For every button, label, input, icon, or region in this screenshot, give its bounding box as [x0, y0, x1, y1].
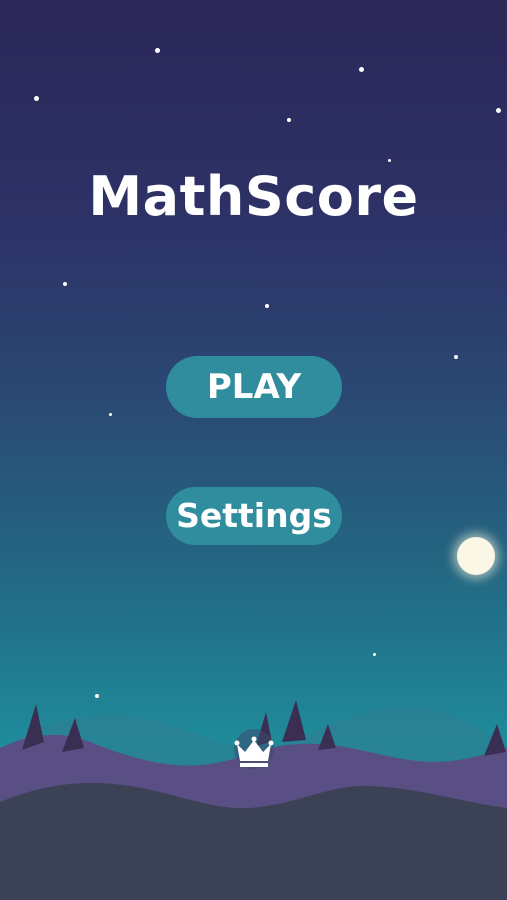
- star: [34, 96, 39, 101]
- star: [265, 304, 269, 308]
- star: [454, 355, 458, 359]
- leaderboard-button[interactable]: [229, 728, 279, 770]
- star: [63, 282, 67, 286]
- star: [388, 159, 391, 162]
- star: [109, 413, 112, 416]
- moon: [457, 537, 495, 575]
- crown-icon: [234, 729, 274, 769]
- settings-button[interactable]: Settings: [166, 487, 342, 545]
- star: [155, 48, 160, 53]
- play-button[interactable]: PLAY: [166, 356, 342, 418]
- star: [496, 108, 501, 113]
- star: [373, 653, 376, 656]
- game-title: MathScore: [88, 165, 419, 228]
- mountain-landscape: [0, 700, 507, 900]
- star: [359, 67, 364, 72]
- star: [287, 118, 291, 122]
- main-menu-screen: MathScore PLAY Settings: [0, 0, 507, 900]
